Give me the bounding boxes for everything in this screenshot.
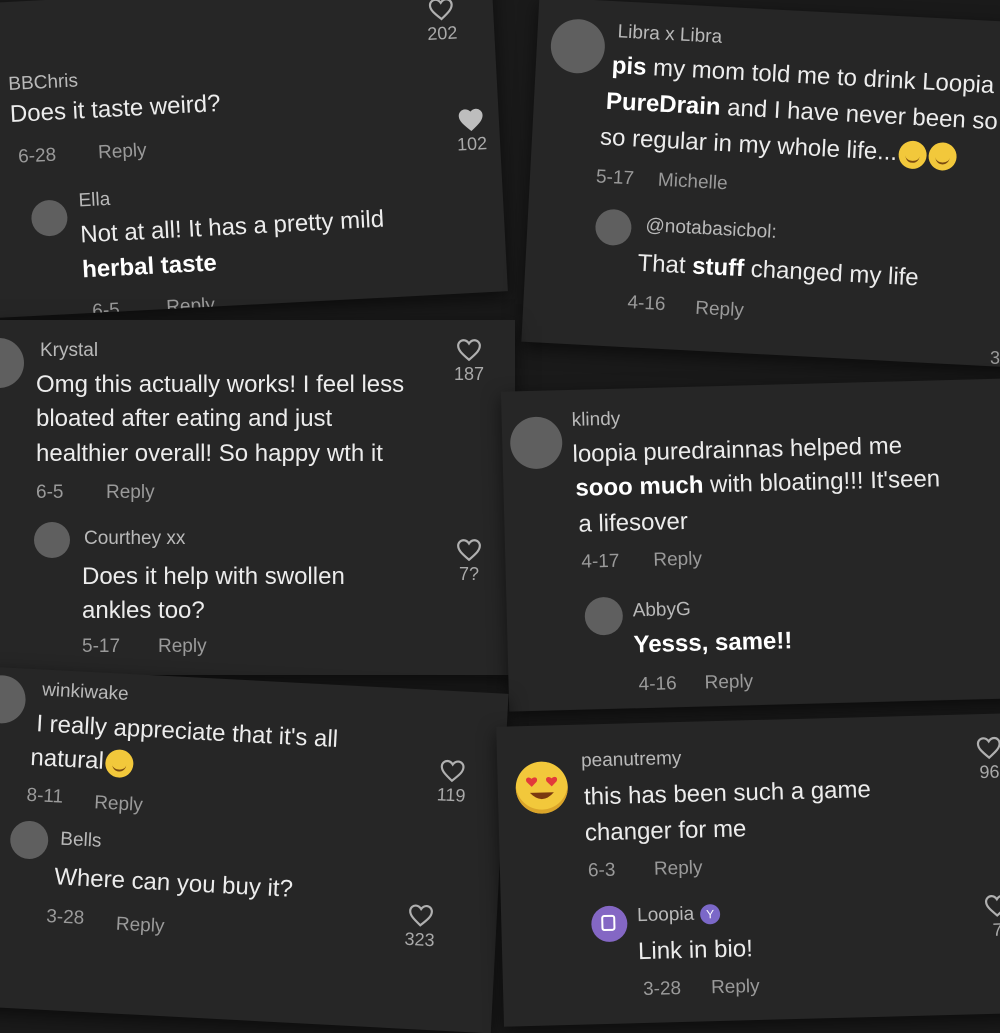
heart-icon [407,903,434,928]
heart-icon [976,736,1000,761]
reply-text: That stuff changed my life [637,247,920,296]
like-count: 7? [449,564,489,585]
reply-button[interactable]: Reply [704,671,753,694]
comment-author[interactable]: Libra x Libra [617,21,723,48]
reply-date: 4-16 [638,673,677,696]
comment-author[interactable]: winkiwake [42,679,130,706]
avatar[interactable] [34,522,70,558]
reply-date: 6-5 [92,300,121,319]
heart-eyes-emoji-icon[interactable] [515,761,568,814]
avatar[interactable] [595,208,633,246]
like-count: 202 [422,22,463,45]
like-button[interactable]: 187 [449,338,489,385]
comment-card-6: peanutremy this has been such a game cha… [496,713,1000,1026]
comment-card-4: klindy loopia puredrainnas helped me soo… [501,378,1000,711]
brand-avatar[interactable] [591,905,628,942]
reply-date: 4-16 [627,292,666,316]
comment-author[interactable]: peanutremy [581,748,682,773]
verified-badge-icon: Y [700,904,721,925]
comment-date: 6-5 [36,482,63,504]
reply-date: 3-28 [46,906,85,930]
comment-date: 6-3 [588,860,616,883]
comment-text: changer for me [585,812,747,850]
heart-icon [439,758,466,783]
like-button[interactable]: 7 [977,893,1000,941]
reply-author[interactable]: @notabasicbol: [645,215,777,244]
reply-text: Not at all! It has a pretty mild [79,203,384,253]
comment-text: natural [30,741,135,780]
reply-text: Link in bio! [638,932,754,969]
comment-author[interactable]: klindy [571,409,620,432]
reply-author[interactable]: LoopiaY [637,903,721,927]
heart-icon [427,0,454,22]
avatar[interactable] [549,18,606,75]
smiling-emoji-icon [105,749,134,778]
heart-icon [457,107,484,132]
avatar[interactable] [510,416,563,469]
comment-text: a lifesover [578,505,688,542]
comment-author-tag: Michelle [657,170,728,196]
comment-card-1: 202 BBChris Does it taste weird? 6-28 Re… [0,0,508,318]
avatar[interactable] [31,199,69,237]
avatar[interactable] [0,674,27,724]
like-count: 7 [977,919,1000,941]
reply-text: Where can you buy it? [53,860,293,906]
like-button[interactable]: 7? [449,538,489,585]
heart-icon [456,538,482,562]
reply-button[interactable]: Reply [158,636,207,658]
smiling-emoji-icon [928,141,957,170]
comment-date: 5-17 [595,166,634,190]
comment-date: 4-17 [581,551,620,574]
like-count: 96 [969,761,1000,783]
comment-author[interactable]: Krystal [40,340,98,362]
reply-button[interactable]: Reply [94,792,144,817]
reply-author[interactable]: Courthey xx [84,528,185,550]
heart-icon [456,338,482,362]
like-button[interactable]: 119 [431,758,473,807]
comment-date: 8-11 [26,785,64,809]
like-button[interactable]: 202 [420,0,462,45]
reply-author[interactable]: AbbyG [632,599,691,623]
like-count: 323 [399,928,440,951]
comment-date: 6-28 [18,145,57,169]
heart-icon [984,893,1000,918]
comment-card-3: Krystal Omg this actually works! I feel … [0,320,515,675]
reply-text: ankles too? [82,594,205,628]
reply-button[interactable]: Reply [98,140,148,165]
reply-button[interactable]: Reply [115,914,165,939]
comment-text: this has been such a game [584,773,872,814]
reply-text: Yesss, same!! [633,624,793,662]
laughing-emoji-icon [898,140,927,169]
reply-button[interactable]: Reply [711,976,760,999]
comment-card-2: Libra x Libra pis my mom told me to drin… [521,0,1000,368]
like-count: 102 [452,133,493,156]
comment-text: Omg this actually works! I feel less [36,368,404,402]
reply-button[interactable]: Reply [106,482,155,504]
comment-card-5: winkiwake I really appreciate that it's … [0,667,509,1033]
reply-date: 5-17 [82,636,120,658]
reply-button[interactable]: Reply [653,549,702,572]
reply-text: herbal taste [81,246,217,287]
like-button[interactable]: 96 [969,735,1000,783]
like-count: 187 [449,364,489,385]
comment-author[interactable]: BBChris [8,70,79,96]
reply-button[interactable]: Reply [654,857,703,880]
avatar[interactable] [0,338,24,388]
reply-button[interactable]: Reply [695,298,745,323]
like-button[interactable]: 323 [399,903,441,952]
like-count: 119 [431,784,472,807]
avatar[interactable] [584,597,623,636]
reply-date: 3-28 [643,978,682,1001]
like-button[interactable]: 102 [450,107,492,156]
comment-text: healthier overall! So happy wth it [36,437,383,471]
reply-author[interactable]: Bells [60,829,102,853]
reply-text: Does it help with swollen [82,560,345,594]
reply-author[interactable]: Ella [78,189,111,213]
like-count: 3 [990,348,1000,369]
reply-button[interactable]: Reply [166,295,216,319]
avatar[interactable] [9,820,49,860]
comment-text: bloated after eating and just [36,402,332,436]
